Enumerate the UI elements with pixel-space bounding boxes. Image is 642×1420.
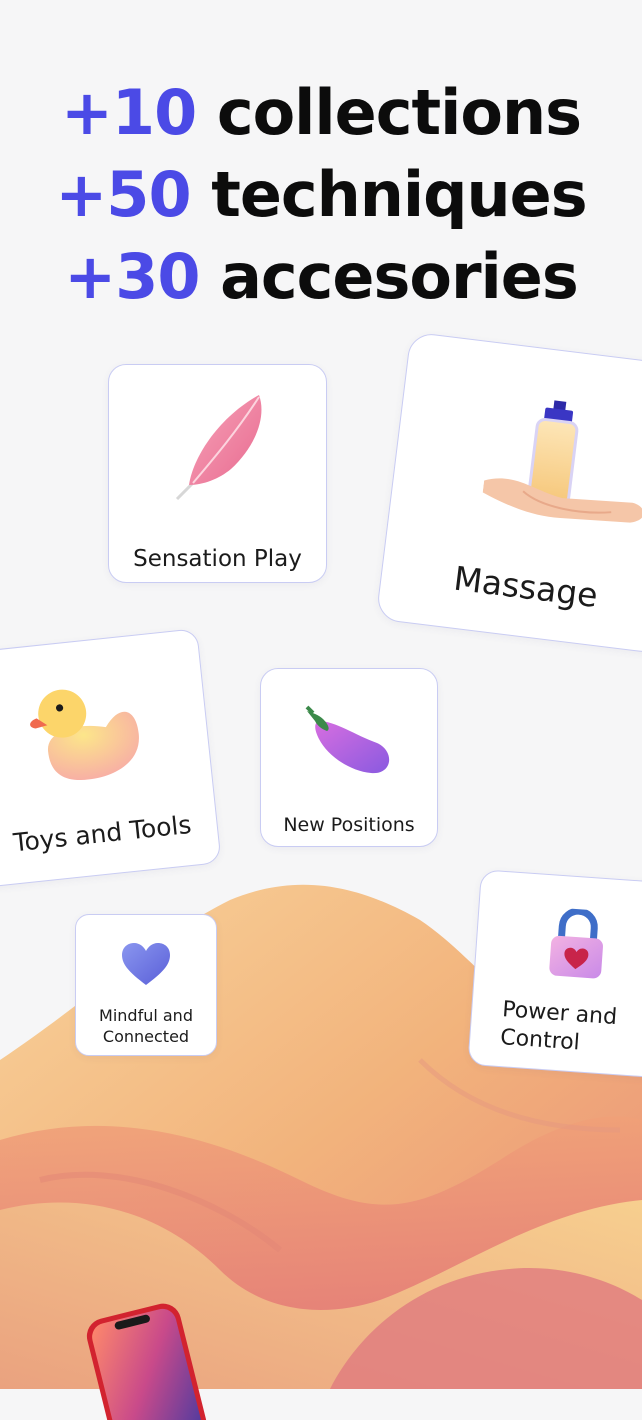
headline-line-collections: +10 collections [0,72,642,154]
headline-line-accesories: +30 accesories [0,236,642,318]
accesories-count: +30 [64,240,200,313]
techniques-count: +50 [55,158,191,231]
heart-icon [122,943,170,985]
category-card-mindful-and-connected[interactable]: Mindful and Connected [75,914,217,1056]
category-card-massage[interactable]: Massage [375,331,642,655]
card-label: Sensation Play [133,546,302,572]
collections-word: collections [216,76,582,149]
card-label: Toys and Tools [11,809,193,858]
feather-icon [175,395,262,501]
category-card-new-positions[interactable]: New Positions [260,668,438,847]
collections-count: +10 [60,76,197,149]
card-label: Massage [451,558,600,615]
card-label: Mindful and Connected [99,1006,193,1046]
card-label: Power and Control [499,997,618,1056]
heart-lock-icon [549,907,603,979]
rubber-duck-icon [30,689,139,781]
smartphone-illustration [86,1303,207,1420]
category-card-toys-and-tools[interactable]: Toys and Tools [0,628,222,888]
card-label: New Positions [283,814,415,836]
eggplant-icon [305,705,390,774]
category-card-sensation-play[interactable]: Sensation Play [108,364,327,583]
headline: +10 collections +50 techniques +30 acces… [0,72,642,318]
headline-line-techniques: +50 techniques [0,154,642,236]
category-card-power-and-control[interactable]: Power and Control [467,869,642,1079]
massage-oil-hand-icon [482,400,642,523]
accesories-word: accesories [220,240,579,313]
techniques-word: techniques [211,158,587,231]
